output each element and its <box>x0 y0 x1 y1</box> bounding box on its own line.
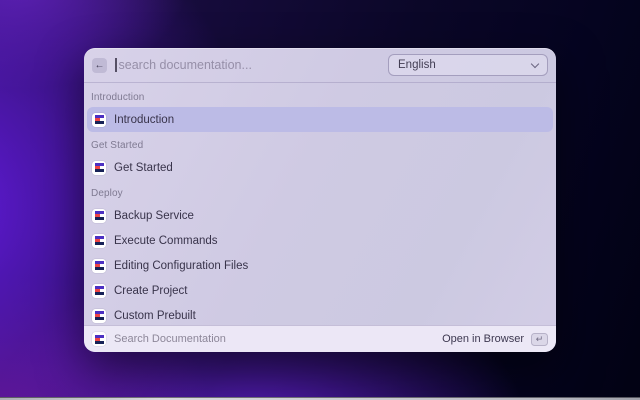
section-header: Introduction <box>91 92 549 103</box>
zeabur-logo-icon <box>92 284 106 298</box>
doc-list-item-label: Backup Service <box>114 210 194 222</box>
zeabur-logo-icon <box>92 209 106 223</box>
doc-list-item-label: Editing Configuration Files <box>114 260 248 272</box>
doc-list-item-label: Custom Prebuilt <box>114 310 196 322</box>
chevron-down-icon <box>531 59 539 67</box>
doc-list-item[interactable]: Editing Configuration Files <box>87 253 553 278</box>
doc-list-item-label: Create Project <box>114 285 188 297</box>
results-list: Introduction Introduction Get Started Ge… <box>84 92 556 328</box>
doc-list-item[interactable]: Create Project <box>87 278 553 303</box>
search-field-wrap <box>115 58 380 72</box>
back-arrow-icon: ← <box>95 60 105 71</box>
doc-list-item[interactable]: Execute Commands <box>87 228 553 253</box>
zeabur-logo-icon <box>92 234 106 248</box>
zeabur-logo-icon <box>92 259 106 273</box>
section-header: Get Started <box>91 140 549 151</box>
section-header: Deploy <box>91 188 549 199</box>
zeabur-logo-icon <box>92 309 106 323</box>
dialog-footer: Search Documentation Open in Browser ↵ <box>84 325 556 352</box>
search-input[interactable] <box>117 58 381 72</box>
back-button[interactable]: ← <box>92 58 107 73</box>
zeabur-logo-icon <box>92 161 106 175</box>
doc-list-item[interactable]: Backup Service <box>87 203 553 228</box>
doc-list-item[interactable]: Get Started <box>87 155 553 180</box>
zeabur-logo-icon <box>92 332 106 346</box>
language-dropdown-value: English <box>398 59 436 71</box>
enter-key-icon: ↵ <box>531 333 548 346</box>
search-bar: ← English <box>84 48 556 83</box>
open-in-browser-label: Open in Browser <box>442 333 524 345</box>
doc-list-item-label: Introduction <box>114 114 174 126</box>
doc-list-item-label: Execute Commands <box>114 235 218 247</box>
zeabur-logo-icon <box>92 113 106 127</box>
doc-list-item-label: Get Started <box>114 162 173 174</box>
language-dropdown[interactable]: English <box>388 54 548 76</box>
open-in-browser-button[interactable]: Open in Browser ↵ <box>442 333 548 346</box>
doc-list-item[interactable]: Introduction <box>87 107 553 132</box>
footer-title: Search Documentation <box>114 333 434 345</box>
search-documentation-dialog: ← English Introduction Introduction Get … <box>84 48 556 352</box>
